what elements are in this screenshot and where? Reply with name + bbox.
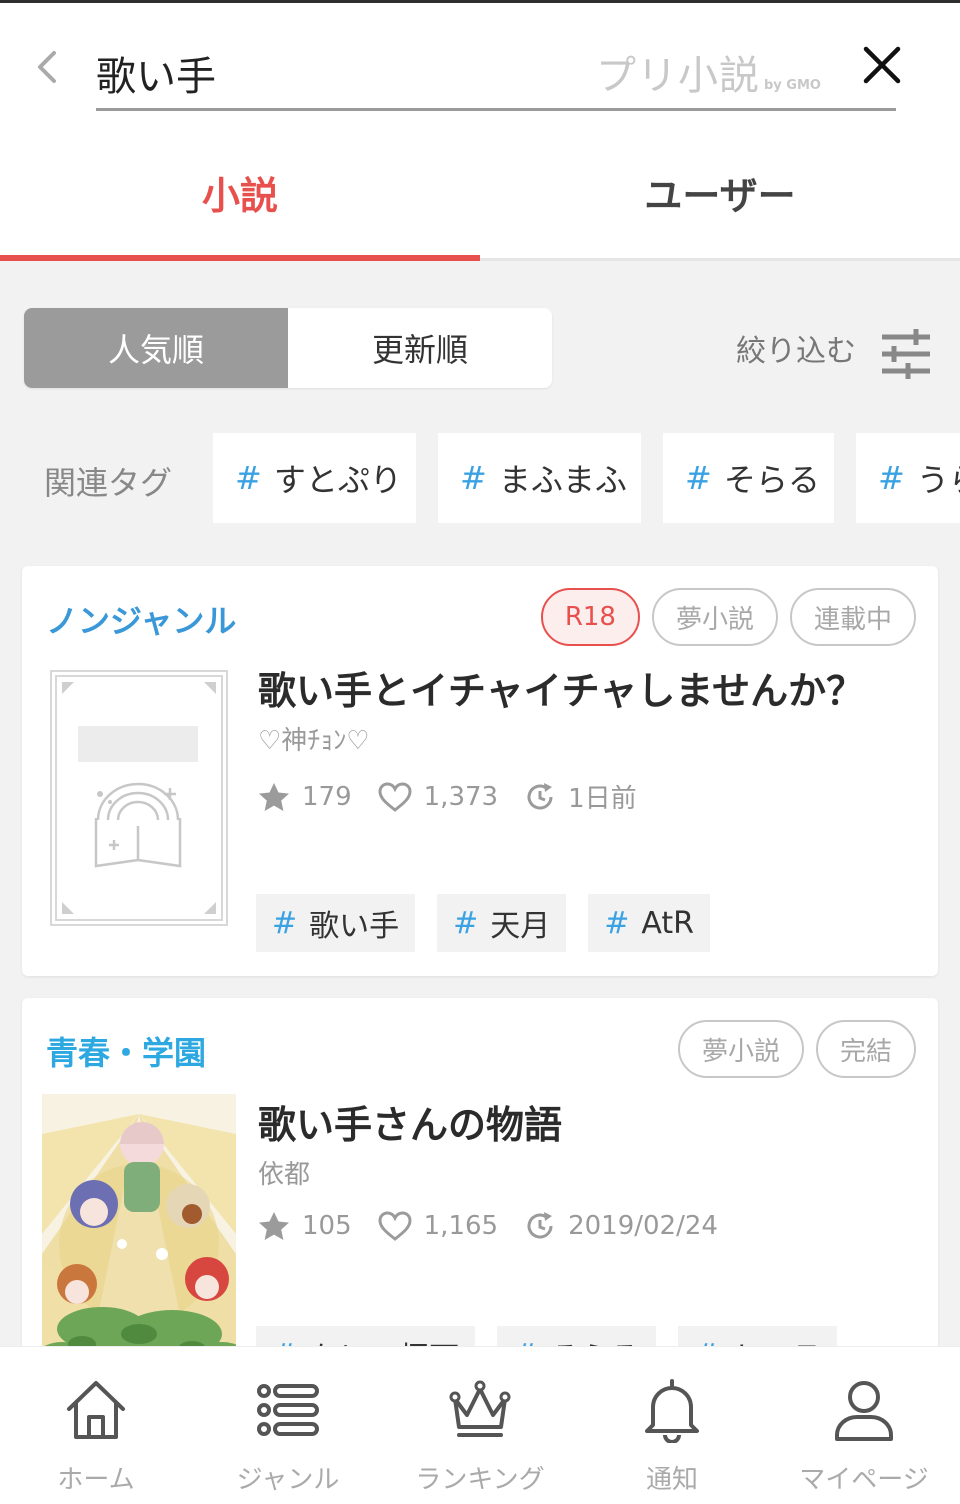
- list-icon: [257, 1384, 319, 1436]
- likes-stat: 1,373: [378, 782, 498, 812]
- novel-tag[interactable]: # 歌い手: [256, 894, 416, 952]
- nav-genre-label: ジャンル: [236, 1465, 340, 1495]
- likes-stat: 1,165: [378, 1211, 498, 1241]
- likes-count: 1,373: [423, 781, 499, 812]
- chevron-left-icon: [38, 51, 56, 83]
- hashtag-icon: #: [878, 459, 905, 497]
- hashtag-icon: #: [685, 459, 712, 497]
- search-header: プリ小説 by GMO: [0, 3, 960, 123]
- r18-badge: R18: [540, 588, 640, 646]
- type-badge: 夢小説: [651, 588, 778, 646]
- star-icon: [259, 782, 289, 811]
- stars-count: 179: [302, 781, 352, 812]
- novel-stats: 105 1,165 2019/02/24: [258, 1210, 744, 1242]
- novel-tags: # 歌い手 # 天月 # AtR: [256, 894, 711, 952]
- type-badge: 夢小説: [677, 1020, 804, 1078]
- novel-title[interactable]: 歌い手さんの物語: [258, 1094, 562, 1149]
- novel-tag-label: 歌い手: [309, 909, 400, 944]
- bell-icon: [645, 1379, 699, 1443]
- status-badge: 完結: [815, 1020, 916, 1078]
- cover-placeholder[interactable]: [50, 670, 228, 926]
- active-tab-indicator: [0, 255, 480, 261]
- sort-popular-button[interactable]: 人気順: [24, 308, 288, 388]
- nav-home-label: ホーム: [57, 1465, 135, 1495]
- sort-toggle: 人気順 更新順: [24, 308, 552, 388]
- related-tag[interactable]: # うら: [856, 433, 960, 523]
- updated-time: 2019/02/24: [568, 1211, 718, 1241]
- tab-users[interactable]: ユーザー: [480, 123, 960, 261]
- nav-notifications[interactable]: 通知: [576, 1347, 768, 1504]
- related-tag[interactable]: # すとぷり: [213, 433, 416, 523]
- hashtag-icon: #: [272, 905, 298, 941]
- novel-card[interactable]: ノンジャンル R18 夢小説 連載中 歌い手とイチャイチャしませんか？ ♡神ﾁｮ…: [22, 566, 938, 976]
- filter-button-label[interactable]: 絞り込む: [736, 326, 856, 370]
- crown-icon: [449, 1380, 511, 1437]
- related-tag-label: そらる: [723, 461, 820, 499]
- genre-label[interactable]: 青春・学園: [46, 1028, 206, 1074]
- related-tags-label: 関連タグ: [44, 464, 173, 502]
- related-tag[interactable]: # まふまふ: [438, 433, 641, 523]
- badge-group: 夢小説 完結: [677, 1020, 916, 1078]
- clear-search-button[interactable]: [860, 43, 904, 87]
- heart-icon: [378, 781, 412, 812]
- nav-notifications-label: 通知: [645, 1465, 698, 1495]
- brand-logo: プリ小説 by GMO: [596, 43, 821, 99]
- nav-home[interactable]: ホーム: [0, 1347, 192, 1504]
- home-icon: [67, 1381, 125, 1439]
- filter-button[interactable]: [880, 328, 932, 380]
- status-badge: 連載中: [789, 588, 916, 646]
- likes-count: 1,165: [423, 1211, 499, 1241]
- novel-title[interactable]: 歌い手とイチャイチャしませんか？: [258, 660, 864, 715]
- novel-card[interactable]: 青春・学園 夢小説 完結 歌い手さんの物語 依都 105 1,165 2019/…: [22, 998, 938, 1398]
- sliders-icon: [882, 329, 930, 379]
- author-name[interactable]: ♡神ﾁｮﾝ♡: [258, 720, 370, 757]
- refresh-clock-icon: [527, 1212, 553, 1239]
- author-name[interactable]: 依都: [258, 1154, 310, 1191]
- sort-updated-button[interactable]: 更新順: [288, 308, 552, 388]
- badge-group: R18 夢小説 連載中: [540, 588, 916, 646]
- hashtag-icon: #: [453, 905, 479, 941]
- close-icon: [863, 46, 901, 84]
- nav-ranking-label: ランキング: [415, 1465, 545, 1495]
- related-tag-label: すとぷり: [273, 461, 402, 499]
- star-icon: [259, 1212, 289, 1240]
- hashtag-icon: #: [604, 905, 630, 941]
- nav-genre[interactable]: ジャンル: [192, 1347, 384, 1504]
- refresh-clock-icon: [527, 782, 553, 809]
- stars-stat: 105: [258, 1210, 352, 1242]
- novel-tag[interactable]: # AtR: [588, 894, 711, 952]
- genre-label[interactable]: ノンジャンル: [46, 596, 236, 642]
- back-button[interactable]: [30, 45, 66, 89]
- hashtag-icon: #: [235, 459, 262, 497]
- updated-stat: 2019/02/24: [524, 1210, 718, 1242]
- updated-stat: 1日前: [524, 778, 637, 815]
- user-icon: [835, 1381, 893, 1441]
- related-tag-label: まふまふ: [498, 461, 627, 499]
- hashtag-icon: #: [460, 459, 487, 497]
- novel-stats: 179 1,373 1日前: [258, 778, 663, 815]
- nav-mypage-label: マイページ: [799, 1465, 929, 1495]
- result-tabs: 小説 ユーザー: [0, 123, 960, 261]
- stars-stat: 179: [258, 781, 352, 813]
- related-tag-label: うら: [916, 461, 960, 499]
- nav-mypage[interactable]: マイページ: [768, 1347, 960, 1504]
- updated-time: 1日前: [568, 784, 637, 814]
- novel-tag[interactable]: # 天月: [437, 894, 567, 952]
- search-input[interactable]: [96, 45, 576, 101]
- brand-sub: by GMO: [764, 78, 821, 93]
- brand-name: プリ小説: [596, 53, 760, 99]
- stars-count: 105: [302, 1211, 352, 1241]
- novel-tag-label: 天月: [490, 909, 551, 944]
- novel-tag-label: AtR: [641, 905, 695, 941]
- heart-icon: [378, 1211, 412, 1241]
- search-bar: プリ小説 by GMO: [96, 37, 896, 111]
- nav-ranking[interactable]: ランキング: [384, 1347, 576, 1504]
- book-placeholder-icon: [50, 670, 228, 926]
- related-tag[interactable]: # そらる: [663, 433, 834, 523]
- bottom-navigation: ホーム ジャンル ランキング 通知 マイページ: [0, 1346, 960, 1504]
- tab-novels[interactable]: 小説: [0, 123, 480, 261]
